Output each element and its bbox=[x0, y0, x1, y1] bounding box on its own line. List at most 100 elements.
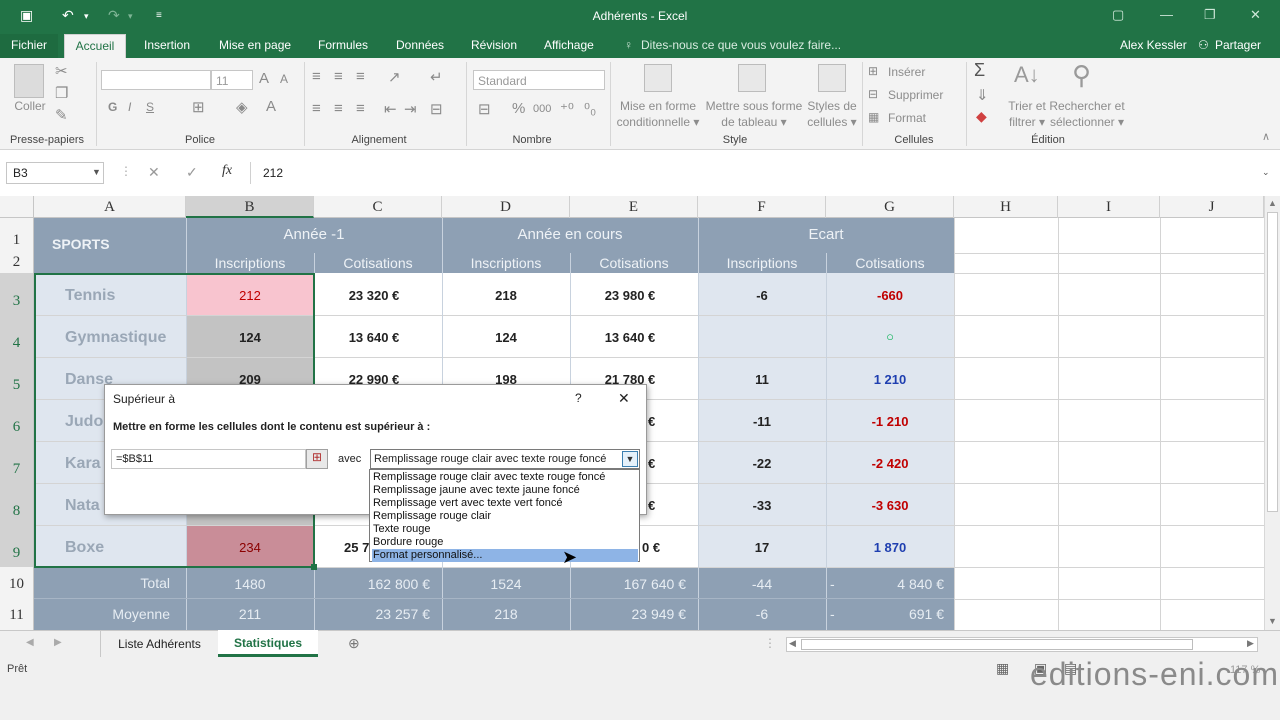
font-size-box[interactable]: 11 bbox=[211, 70, 253, 90]
row-header-3[interactable]: 3 bbox=[0, 273, 34, 315]
scroll-up-icon[interactable]: ▲ bbox=[1268, 198, 1277, 208]
cell-b3[interactable]: 212 bbox=[186, 288, 314, 303]
ribbon-display-icon[interactable]: ▢ bbox=[1112, 7, 1124, 23]
grow-font-icon[interactable]: A bbox=[259, 70, 269, 87]
cell-e6[interactable]: € bbox=[648, 414, 668, 429]
decrease-indent-icon[interactable]: ⇤ bbox=[384, 100, 397, 118]
paste-button[interactable]: Coller bbox=[8, 98, 52, 114]
vertical-scroll-thumb[interactable] bbox=[1267, 212, 1278, 512]
col-header-h[interactable]: H bbox=[954, 196, 1058, 218]
option-custom-format[interactable]: Format personnalisé... bbox=[372, 549, 638, 562]
cell-g4[interactable]: ○ bbox=[826, 329, 954, 344]
cell-d11[interactable]: 218 bbox=[442, 606, 570, 622]
cell-g6[interactable]: -1 210 bbox=[826, 414, 954, 429]
cell-c3[interactable]: 23 320 € bbox=[314, 288, 434, 303]
col-header-g[interactable]: G bbox=[826, 196, 954, 218]
tell-me-box[interactable]: Dites-nous ce que vous voulez faire... bbox=[641, 38, 841, 52]
row-header-1[interactable]: 1 bbox=[0, 218, 34, 253]
scroll-right-icon[interactable]: ▶ bbox=[1247, 638, 1254, 649]
cell-g10[interactable]: 4 840 € bbox=[826, 576, 944, 592]
cell-e11[interactable]: 23 949 € bbox=[570, 606, 687, 622]
tab-accueil[interactable]: Accueil bbox=[64, 34, 126, 58]
tab-splitter-icon[interactable]: ⋮ bbox=[764, 636, 776, 650]
minimize-icon[interactable]: — bbox=[1160, 7, 1173, 22]
cell-b9[interactable]: 234 bbox=[186, 540, 314, 555]
conditional-format-icon[interactable] bbox=[644, 64, 672, 92]
cell-a3[interactable]: Tennis bbox=[65, 287, 115, 305]
option-light-red-fill-dark-red-text[interactable]: Remplissage rouge clair avec texte rouge… bbox=[372, 471, 638, 484]
cell-g3[interactable]: -660 bbox=[826, 288, 954, 303]
format-painter-icon[interactable]: ✎ bbox=[55, 106, 68, 124]
share-icon[interactable]: ⚇ bbox=[1198, 38, 1209, 52]
cell-e7[interactable]: € bbox=[648, 456, 668, 471]
cell-g5[interactable]: 1 210 bbox=[826, 372, 954, 387]
fill-icon[interactable]: ⇓ bbox=[976, 86, 989, 104]
enter-icon[interactable]: ✓ bbox=[186, 164, 198, 181]
cell-a11[interactable]: Moyenne bbox=[34, 606, 170, 622]
cell-f9[interactable]: 17 bbox=[698, 540, 826, 555]
cell-a8[interactable]: Nata bbox=[65, 497, 100, 515]
bold-button[interactable]: G bbox=[108, 100, 117, 114]
cancel-icon[interactable]: ✕ bbox=[148, 164, 160, 181]
wrap-text-icon[interactable]: ↵ bbox=[430, 68, 443, 86]
tab-mise-en-page[interactable]: Mise en page bbox=[219, 38, 291, 52]
cut-icon[interactable]: ✂ bbox=[55, 62, 68, 80]
find-icon[interactable]: ⚲ bbox=[1072, 60, 1091, 91]
next-sheet-icon[interactable]: ▶ bbox=[54, 637, 62, 648]
cell-d10[interactable]: 1524 bbox=[442, 576, 570, 592]
format-as-table-button[interactable]: Mettre sous forme de tableau ▾ bbox=[704, 98, 804, 130]
number-format-box[interactable]: Standard bbox=[473, 70, 605, 90]
cell-b4[interactable]: 124 bbox=[186, 330, 314, 345]
option-red-text[interactable]: Texte rouge bbox=[372, 523, 638, 536]
cell-b11[interactable]: 211 bbox=[186, 606, 314, 622]
tab-insertion[interactable]: Insertion bbox=[144, 38, 190, 52]
cell-e3[interactable]: 23 980 € bbox=[570, 288, 690, 303]
font-color-icon[interactable]: A bbox=[266, 98, 276, 115]
sheet-tab-statistiques[interactable]: Statistiques bbox=[218, 630, 318, 657]
col-header-c[interactable]: C bbox=[314, 196, 442, 218]
col-header-d[interactable]: D bbox=[442, 196, 570, 218]
clear-icon[interactable]: ◆ bbox=[976, 108, 987, 125]
align-bottom-icon[interactable]: ≡ bbox=[356, 68, 365, 85]
cell-a7[interactable]: Kara bbox=[65, 455, 101, 473]
dialog-help-button[interactable]: ? bbox=[575, 391, 582, 405]
cell-f7[interactable]: -22 bbox=[698, 456, 826, 471]
vertical-scrollbar[interactable]: ▲ ▼ bbox=[1264, 196, 1280, 630]
close-window-icon[interactable]: ✕ bbox=[1250, 7, 1261, 23]
cell-f5[interactable]: 11 bbox=[698, 372, 826, 387]
cell-g11[interactable]: 691 € bbox=[826, 606, 944, 622]
format-select-dropdown-icon[interactable]: ▼ bbox=[622, 451, 638, 467]
cell-styles-icon[interactable] bbox=[818, 64, 846, 92]
increase-indent-icon[interactable]: ⇥ bbox=[404, 100, 417, 118]
prev-sheet-icon[interactable]: ◀ bbox=[26, 637, 34, 648]
currency-icon[interactable]: ⊟ bbox=[478, 100, 491, 118]
row-header-8[interactable]: 8 bbox=[0, 483, 34, 525]
conditional-format-button[interactable]: Mise en forme conditionnelle ▾ bbox=[614, 98, 702, 130]
cell-f10[interactable]: -44 bbox=[698, 576, 826, 592]
option-green-fill-dark-green-text[interactable]: Remplissage vert avec texte vert foncé bbox=[372, 497, 638, 510]
align-right-icon[interactable]: ≡ bbox=[356, 100, 365, 117]
sort-filter-button[interactable]: Trier et filtrer ▾ bbox=[1004, 98, 1050, 130]
delete-icon[interactable]: ⊟ bbox=[868, 87, 878, 101]
dialog-close-button[interactable]: ✕ bbox=[618, 390, 630, 407]
borders-icon[interactable]: ⊞ bbox=[192, 98, 205, 116]
tab-revision[interactable]: Révision bbox=[471, 38, 517, 52]
format-button[interactable]: Format bbox=[888, 110, 926, 126]
cell-g8[interactable]: -3 630 bbox=[826, 498, 954, 513]
format-select[interactable]: Remplissage rouge clair avec texte rouge… bbox=[370, 449, 640, 469]
col-header-e[interactable]: E bbox=[570, 196, 698, 218]
cell-e9[interactable]: 0 € bbox=[642, 540, 672, 555]
cell-f6[interactable]: -11 bbox=[698, 414, 826, 429]
font-name-box[interactable] bbox=[101, 70, 211, 90]
insert-icon[interactable]: ⊞ bbox=[868, 64, 878, 78]
cell-f3[interactable]: -6 bbox=[698, 288, 826, 303]
tab-formules[interactable]: Formules bbox=[318, 38, 368, 52]
insert-function-icon[interactable]: fx bbox=[222, 163, 232, 179]
option-light-red-fill[interactable]: Remplissage rouge clair bbox=[372, 510, 638, 523]
row-header-11[interactable]: 11 bbox=[0, 599, 34, 630]
decrease-decimal-icon[interactable]: ⁰₀ bbox=[584, 100, 596, 118]
align-middle-icon[interactable]: ≡ bbox=[334, 68, 343, 85]
cell-a9[interactable]: Boxe bbox=[65, 539, 104, 557]
cell-c10[interactable]: 162 800 € bbox=[314, 576, 430, 592]
name-box-dropdown-icon[interactable]: ▼ bbox=[92, 167, 101, 177]
